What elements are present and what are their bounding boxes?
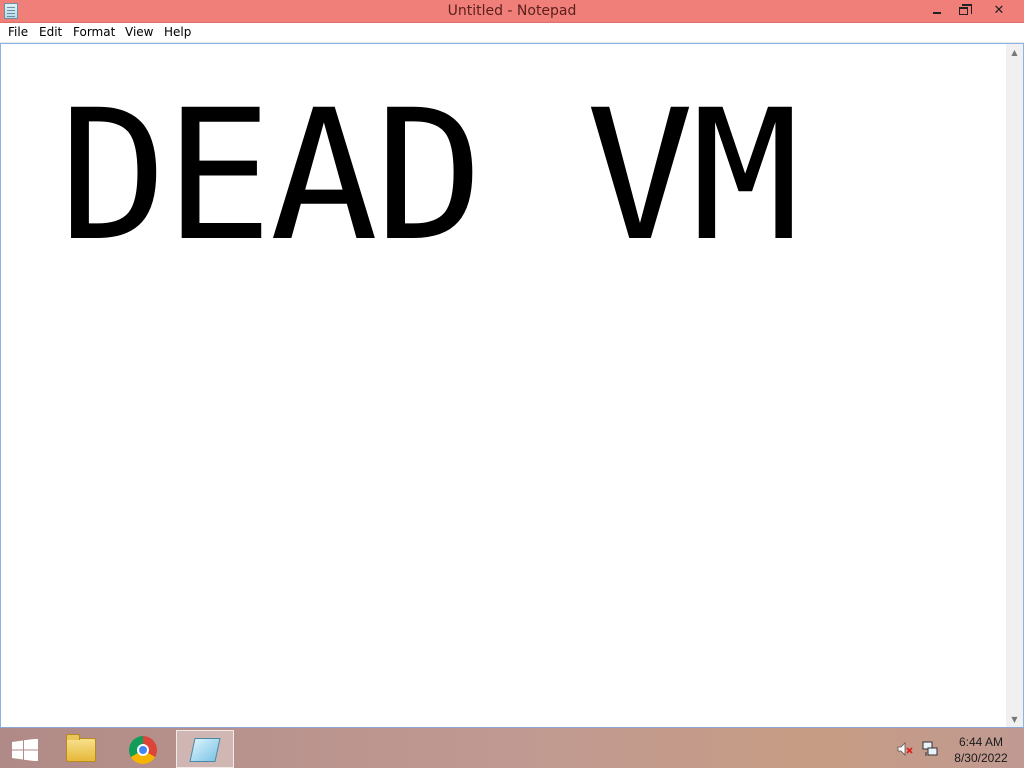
close-button[interactable]: ✕ <box>976 0 1022 22</box>
notepad-icon <box>189 738 221 762</box>
scroll-down-icon[interactable]: ▼ <box>1006 711 1023 728</box>
restore-icon <box>958 3 972 15</box>
restore-button[interactable] <box>950 0 976 22</box>
text-editor[interactable]: DEAD VM ▲ ▼ <box>0 43 1024 728</box>
menu-bar: File Edit Format View Help <box>0 23 1024 43</box>
vertical-scrollbar[interactable]: ▲ ▼ <box>1006 44 1023 728</box>
menu-file[interactable]: File <box>8 25 28 39</box>
menu-help[interactable]: Help <box>164 25 191 39</box>
taskbar-file-explorer[interactable] <box>60 730 102 768</box>
start-button[interactable] <box>8 730 42 768</box>
taskbar-notepad[interactable] <box>176 730 234 768</box>
close-icon: ✕ <box>993 3 1005 18</box>
document-text[interactable]: DEAD VM <box>59 82 800 272</box>
taskbar-chrome[interactable] <box>122 730 164 768</box>
title-bar[interactable]: Untitled - Notepad ✕ <box>0 0 1024 23</box>
network-icon[interactable] <box>922 741 938 757</box>
taskbar: 6:44 AM 8/30/2022 <box>0 727 1024 768</box>
clock-time: 6:44 AM <box>958 735 1004 749</box>
minimize-button[interactable] <box>924 0 950 22</box>
system-clock[interactable]: 6:44 AM 8/30/2022 <box>950 734 1012 766</box>
menu-view[interactable]: View <box>125 25 153 39</box>
scroll-up-icon[interactable]: ▲ <box>1006 44 1023 61</box>
window-title: Untitled - Notepad <box>447 3 577 19</box>
menu-format[interactable]: Format <box>73 25 115 39</box>
windows-logo-icon <box>12 739 38 761</box>
menu-edit[interactable]: Edit <box>39 25 62 39</box>
scroll-track[interactable] <box>1006 61 1023 711</box>
clock-date: 8/30/2022 <box>954 751 1008 765</box>
folder-icon <box>66 734 96 762</box>
chrome-icon <box>129 736 157 764</box>
volume-muted-icon[interactable] <box>897 741 913 757</box>
minimize-icon <box>933 11 941 14</box>
